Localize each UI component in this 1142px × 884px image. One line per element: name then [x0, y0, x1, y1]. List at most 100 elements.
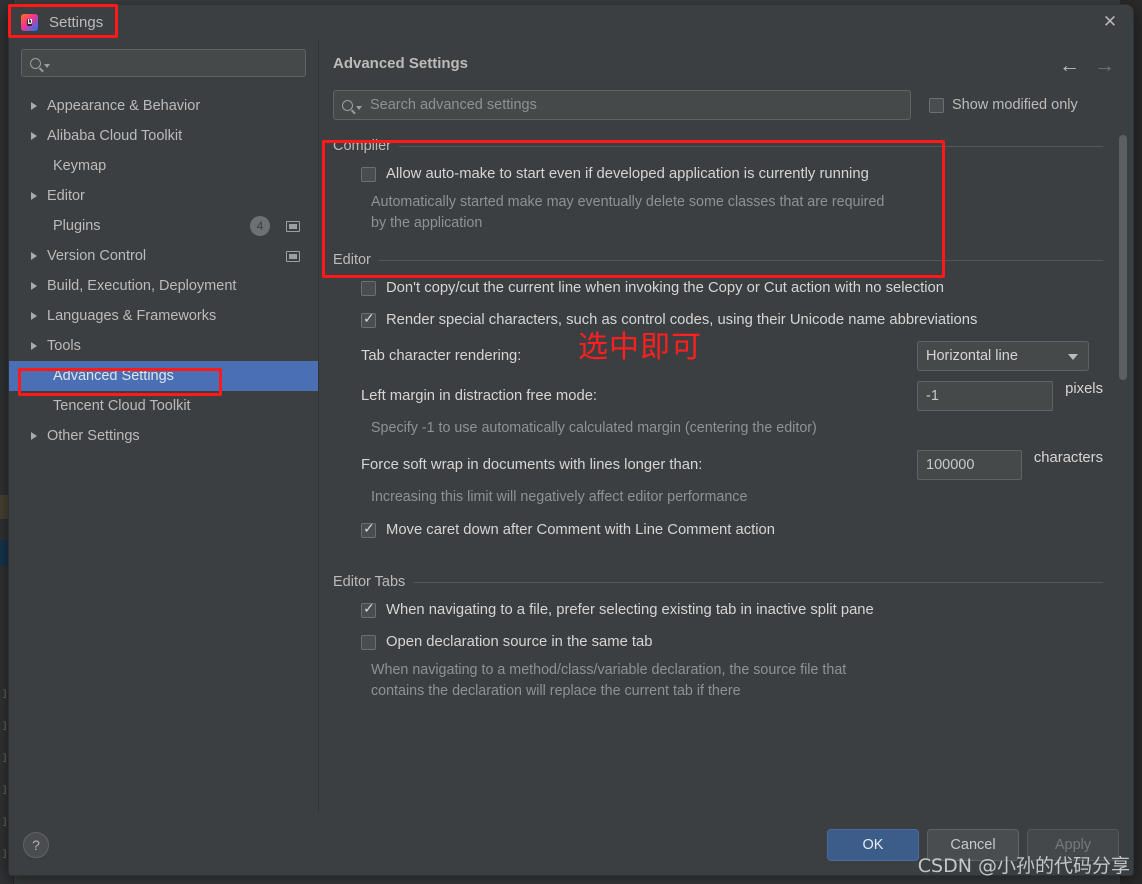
sidebar-item-keymap[interactable]: Keymap: [9, 151, 318, 181]
sidebar-item-label: Tencent Cloud Toolkit: [53, 398, 191, 414]
sidebar-item-label: Plugins: [53, 218, 101, 234]
back-arrow-icon[interactable]: ←: [1059, 55, 1080, 76]
move-caret-down-label: Move caret down after Comment with Line …: [386, 522, 775, 538]
allow-automake-label: Allow auto-make to start even if develop…: [386, 166, 869, 182]
tab-character-rendering-value: Horizontal line: [926, 348, 1018, 364]
advanced-search-input[interactable]: Search advanced settings: [333, 90, 911, 120]
force-soft-wrap-label: Force soft wrap in documents with lines …: [361, 457, 703, 473]
section-compiler: Compiler Allow auto-make to start even i…: [333, 138, 1103, 234]
chevron-down-icon: [356, 105, 362, 110]
sidebar-item-alibaba-cloud-toolkit[interactable]: Alibaba Cloud Toolkit: [9, 121, 318, 151]
tab-character-rendering-label: Tab character rendering:: [361, 348, 522, 364]
dont-copy-cut-label: Don't copy/cut the current line when inv…: [386, 280, 945, 296]
dialog-titlebar: IJ Settings ✕: [9, 5, 1133, 39]
settings-sidebar: Appearance & Behavior Alibaba Cloud Toolk…: [9, 39, 319, 813]
chevron-right-icon: [31, 282, 37, 290]
dialog-title: Settings: [49, 13, 104, 31]
sidebar-item-build-execution-deployment[interactable]: Build, Execution, Deployment: [9, 271, 318, 301]
search-icon: [30, 57, 41, 69]
ok-button[interactable]: OK: [827, 828, 919, 861]
option-prefer-existing-tab[interactable]: When navigating to a file, prefer select…: [333, 594, 1103, 626]
intellij-idea-icon: IJ: [21, 13, 38, 31]
chevron-right-icon: [31, 252, 37, 260]
sidebar-item-editor[interactable]: Editor: [9, 181, 318, 211]
force-soft-wrap-description: Increasing this limit will negatively af…: [371, 489, 748, 505]
render-special-chars-label: Render special characters, such as contr…: [386, 312, 978, 328]
show-modified-only-row[interactable]: Show modified only: [929, 97, 1078, 113]
sidebar-item-label: Other Settings: [47, 428, 140, 444]
tab-character-rendering-select[interactable]: Horizontal line: [917, 341, 1089, 371]
apply-button: Apply: [1027, 828, 1119, 861]
sidebar-item-label: Keymap: [53, 158, 107, 174]
chevron-right-icon: [31, 342, 37, 350]
copy-settings-icon[interactable]: [286, 220, 300, 232]
force-soft-wrap-unit: characters: [1033, 450, 1103, 466]
section-title-editor: Editor: [333, 252, 371, 268]
sidebar-item-version-control[interactable]: Version Control: [9, 241, 318, 271]
option-dont-copy-cut[interactable]: Don't copy/cut the current line when inv…: [333, 272, 1103, 304]
page-title: Advanced Settings: [333, 55, 469, 72]
move-caret-down-checkbox[interactable]: [361, 521, 376, 538]
forward-arrow-icon[interactable]: →: [1094, 55, 1115, 76]
close-icon[interactable]: ✕: [1087, 5, 1133, 39]
sidebar-item-advanced-settings[interactable]: Advanced Settings: [9, 361, 318, 391]
option-allow-automake[interactable]: Allow auto-make to start even if develop…: [333, 158, 1103, 190]
prefer-existing-tab-label: When navigating to a file, prefer select…: [386, 602, 874, 618]
open-declaration-description: When navigating to a method/class/variab…: [371, 662, 847, 699]
allow-automake-description: Automatically started make may eventuall…: [371, 194, 885, 231]
section-title-editor-tabs: Editor Tabs: [333, 574, 406, 590]
sidebar-item-label: Languages & Frameworks: [47, 308, 217, 324]
plugins-count-badge: 4: [250, 216, 270, 236]
sidebar-item-label: Advanced Settings: [53, 368, 174, 384]
chevron-right-icon: [31, 312, 37, 320]
chevron-down-icon: [44, 63, 50, 68]
sidebar-item-label: Tools: [47, 338, 81, 354]
field-left-margin: Left margin in distraction free mode: -1…: [333, 376, 1103, 416]
chevron-right-icon: [31, 192, 37, 200]
cancel-button[interactable]: Cancel: [927, 828, 1019, 861]
sidebar-item-label: Version Control: [47, 248, 147, 264]
force-soft-wrap-input[interactable]: 100000: [917, 450, 1022, 480]
dont-copy-cut-checkbox[interactable]: [361, 280, 376, 296]
sidebar-item-appearance-behavior[interactable]: Appearance & Behavior: [9, 91, 318, 121]
field-force-soft-wrap: Force soft wrap in documents with lines …: [333, 445, 1103, 485]
section-title-compiler: Compiler: [333, 138, 392, 154]
advanced-search-placeholder: Search advanced settings: [370, 97, 537, 113]
sidebar-item-label: Editor: [47, 188, 85, 204]
chevron-right-icon: [31, 132, 37, 140]
show-modified-only-checkbox[interactable]: [929, 97, 944, 113]
left-margin-label: Left margin in distraction free mode:: [361, 388, 598, 404]
section-divider: [399, 145, 1103, 147]
open-declaration-same-tab-checkbox[interactable]: [361, 634, 376, 650]
settings-scroll-area: Compiler Allow auto-make to start even i…: [319, 120, 1133, 813]
help-button[interactable]: ?: [23, 831, 49, 858]
section-divider: [413, 581, 1103, 583]
left-margin-input[interactable]: -1: [917, 381, 1054, 411]
chevron-right-icon: [31, 102, 37, 110]
sidebar-item-label: Alibaba Cloud Toolkit: [47, 128, 183, 144]
option-render-special-chars[interactable]: Render special characters, such as contr…: [333, 304, 1103, 336]
chevron-down-icon: [1068, 354, 1078, 360]
content-scrollbar[interactable]: [1119, 135, 1127, 859]
sidebar-search-input[interactable]: [21, 49, 306, 77]
option-open-declaration-same-tab[interactable]: Open declaration source in the same tab: [333, 626, 1103, 658]
sidebar-item-tencent-cloud-toolkit[interactable]: Tencent Cloud Toolkit: [9, 391, 318, 421]
section-editor: Editor Don't copy/cut the current line w…: [333, 252, 1103, 546]
settings-content: Advanced Settings ← → Search advanced se…: [319, 39, 1133, 813]
render-special-chars-checkbox[interactable]: [361, 311, 376, 328]
sidebar-item-languages-frameworks[interactable]: Languages & Frameworks: [9, 301, 318, 331]
section-divider: [378, 259, 1103, 261]
sidebar-item-plugins[interactable]: Plugins 4: [9, 211, 318, 241]
sidebar-item-other-settings[interactable]: Other Settings: [9, 421, 318, 451]
sidebar-item-tools[interactable]: Tools: [9, 331, 318, 361]
scrollbar-thumb[interactable]: [1119, 135, 1127, 380]
allow-automake-checkbox[interactable]: [361, 166, 376, 182]
settings-tree: Appearance & Behavior Alibaba Cloud Toolk…: [9, 91, 318, 451]
prefer-existing-tab-checkbox[interactable]: [361, 601, 376, 618]
left-margin-unit: pixels: [1065, 381, 1103, 397]
copy-settings-icon[interactable]: [286, 250, 300, 262]
sidebar-item-label: Appearance & Behavior: [47, 98, 201, 114]
sidebar-item-label: Build, Execution, Deployment: [47, 278, 237, 294]
option-move-caret-down[interactable]: Move caret down after Comment with Line …: [333, 514, 1103, 546]
open-declaration-same-tab-label: Open declaration source in the same tab: [386, 634, 653, 650]
